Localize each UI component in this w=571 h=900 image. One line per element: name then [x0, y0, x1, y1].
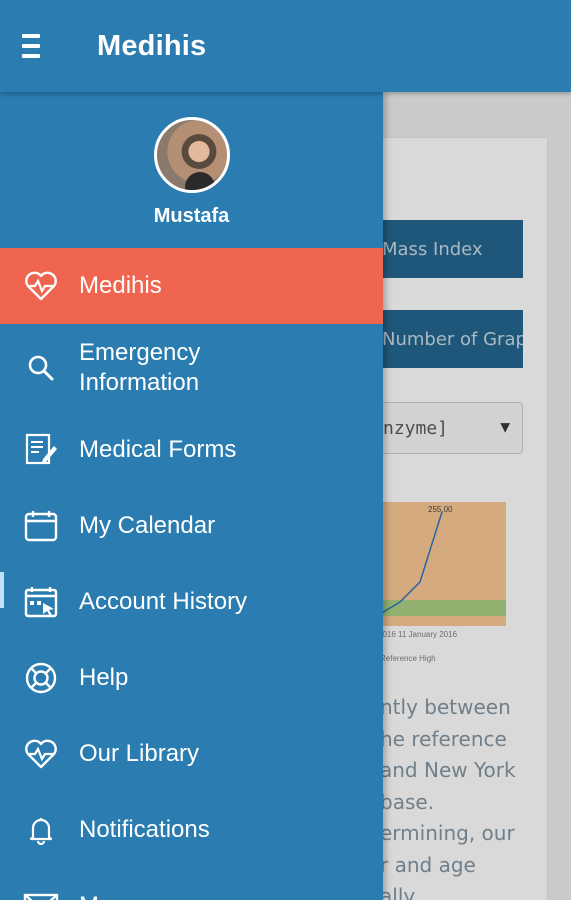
navigation-drawer: Mustafa Medihis Emergency Information Me… — [0, 92, 383, 900]
app-bar: Medihis — [0, 0, 571, 92]
drawer-item-label: Our Library — [79, 740, 200, 767]
envelope-icon — [21, 886, 61, 900]
document-edit-icon — [21, 430, 61, 470]
drawer-item-help[interactable]: Help — [0, 640, 383, 716]
drawer-item-medical-forms[interactable]: Medical Forms — [0, 412, 383, 488]
drawer-item-label: Messages — [79, 891, 188, 900]
drawer-item-my-calendar[interactable]: My Calendar — [0, 488, 383, 564]
search-icon — [21, 348, 61, 388]
drawer-item-our-library[interactable]: Our Library — [0, 716, 383, 792]
calendar-cursor-icon — [21, 582, 61, 622]
menu-icon[interactable] — [22, 26, 62, 66]
drawer-item-label: My Calendar — [79, 512, 216, 539]
edge-indicator — [0, 572, 4, 608]
drawer-item-messages[interactable]: Messages — [0, 868, 383, 900]
drawer-item-label: Account History — [79, 588, 248, 615]
drawer-item-account-history[interactable]: Account History — [0, 564, 383, 640]
heart-pulse-icon — [21, 734, 61, 774]
profile-header: Mustafa — [0, 92, 383, 248]
avatar[interactable] — [153, 117, 230, 193]
app-title: Medihis — [97, 29, 207, 62]
drawer-item-label: Medical Forms — [79, 436, 237, 463]
heart-pulse-icon — [21, 266, 61, 306]
user-name: Mustafa — [153, 205, 230, 227]
drawer-item-label: Help — [79, 664, 129, 691]
drawer-item-label: Emergency Information — [79, 339, 201, 396]
drawer-item-notifications[interactable]: Notifications — [0, 792, 383, 868]
calendar-icon — [21, 506, 61, 546]
bell-icon — [21, 810, 61, 850]
drawer-item-label: Medihis — [79, 272, 162, 299]
lifebuoy-icon — [21, 658, 61, 698]
drawer-item-medihis[interactable]: Medihis — [0, 248, 383, 324]
drawer-item-label: Notifications — [79, 816, 210, 843]
drawer-item-emergency-information[interactable]: Emergency Information — [0, 324, 383, 412]
